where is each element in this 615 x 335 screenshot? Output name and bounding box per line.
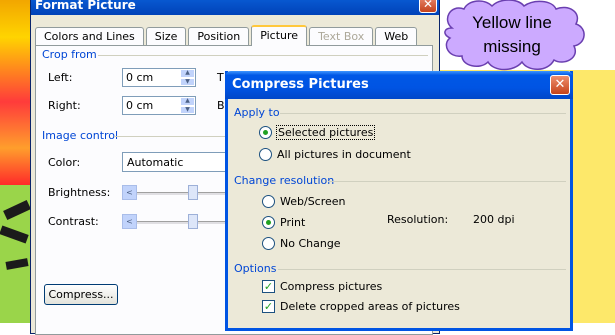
cloud-callout: Yellow line missing [444,0,585,71]
spin-down-icon[interactable]: ▼ [180,77,195,86]
right-label: Right: [48,99,81,112]
radio-button-icon[interactable] [262,216,275,229]
divider [280,113,566,114]
color-value: Automatic [127,156,184,169]
contrast-slider[interactable]: < [122,213,232,231]
spin-up-icon[interactable]: ▲ [180,69,195,78]
checkbox-compress-pictures[interactable]: ✓ Compress pictures [262,280,382,293]
compress-pictures-titlebar[interactable]: Compress Pictures ✕ [225,71,573,99]
options-label: Options [234,262,277,275]
resolution-label: Resolution: [387,213,449,226]
chevron-left-icon[interactable]: < [122,185,137,200]
resolution-value: 200 dpi [473,213,515,226]
divider [98,55,428,56]
callout-text-line2: missing [483,37,541,56]
close-icon[interactable]: ✕ [550,75,570,95]
brightness-label: Brightness: [48,186,111,199]
radio-selected-pictures[interactable]: Selected pictures [259,125,376,140]
compress-pictures-dialog: Compress Pictures ✕ Apply to Selected pi… [225,71,573,331]
radio-no-change[interactable]: No Change [262,237,341,250]
spin-down-icon[interactable]: ▼ [180,105,195,114]
tab-position[interactable]: Position [188,27,250,45]
format-picture-titlebar[interactable]: Format Picture ✕ [31,0,439,15]
left-label: Left: [48,71,73,84]
compress-pictures-body: Apply to Selected pictures All pictures … [228,99,570,331]
tab-picture[interactable]: Picture [251,25,308,46]
color-dropdown[interactable]: Automatic [122,152,232,172]
chevron-left-icon[interactable]: < [122,214,137,229]
radio-button-icon[interactable] [262,195,275,208]
callout-text-line1: Yellow line [472,13,552,32]
radio-label: Selected pictures [275,125,376,140]
radio-all-pictures[interactable]: All pictures in document [259,148,411,161]
radio-button-icon[interactable] [262,237,275,250]
crop-right-value: 0 cm [126,99,154,112]
checkbox-checked-icon[interactable]: ✓ [262,280,275,293]
compress-button[interactable]: Compress... [44,284,118,305]
radio-label: Print [280,216,306,229]
slider-track [122,221,232,224]
apply-to-label: Apply to [234,106,280,119]
crop-left-value: 0 cm [126,71,154,84]
radio-label: Web/Screen [280,195,346,208]
checkbox-checked-icon[interactable]: ✓ [262,300,275,313]
tab-colors-and-lines[interactable]: Colors and Lines [35,27,144,45]
checkbox-label: Compress pictures [280,280,383,293]
slider-thumb[interactable] [188,185,198,200]
crop-right-spinner[interactable]: 0 cm ▲ ▼ [122,96,196,115]
color-label: Color: [48,156,81,169]
tab-strip: Colors and Lines Size Position Picture T… [35,25,418,46]
radio-button-icon[interactable] [259,148,272,161]
divider [278,269,566,270]
slider-thumb[interactable] [188,214,198,229]
background-image [0,0,30,323]
top-label-partial: T [217,71,224,84]
radio-print[interactable]: Print [262,216,305,229]
radio-web-screen[interactable]: Web/Screen [262,195,346,208]
checkbox-delete-cropped[interactable]: ✓ Delete cropped areas of pictures [262,300,460,313]
divider [328,181,566,182]
image-control-label: Image control [42,129,119,142]
contrast-label: Contrast: [48,215,99,228]
compress-pictures-title: Compress Pictures [232,77,369,92]
radio-button-icon[interactable] [259,126,272,139]
background-stripe [0,0,30,185]
radio-label: All pictures in document [277,148,411,161]
slider-track [122,192,232,195]
tab-text-box: Text Box [309,27,374,45]
spin-up-icon[interactable]: ▲ [180,97,195,106]
change-resolution-label: Change resolution [234,174,335,187]
format-picture-title: Format Picture [35,0,136,12]
radio-label: No Change [280,237,341,250]
crop-from-label: Crop from [42,48,97,61]
close-icon[interactable]: ✕ [419,0,437,13]
brightness-slider[interactable]: < [122,184,232,202]
cloud-shape [444,0,585,71]
crop-left-spinner[interactable]: 0 cm ▲ ▼ [122,68,196,87]
tab-size[interactable]: Size [145,27,187,45]
tab-web[interactable]: Web [375,27,418,45]
bottom-label-partial: B [217,99,225,112]
checkbox-label: Delete cropped areas of pictures [280,300,460,313]
